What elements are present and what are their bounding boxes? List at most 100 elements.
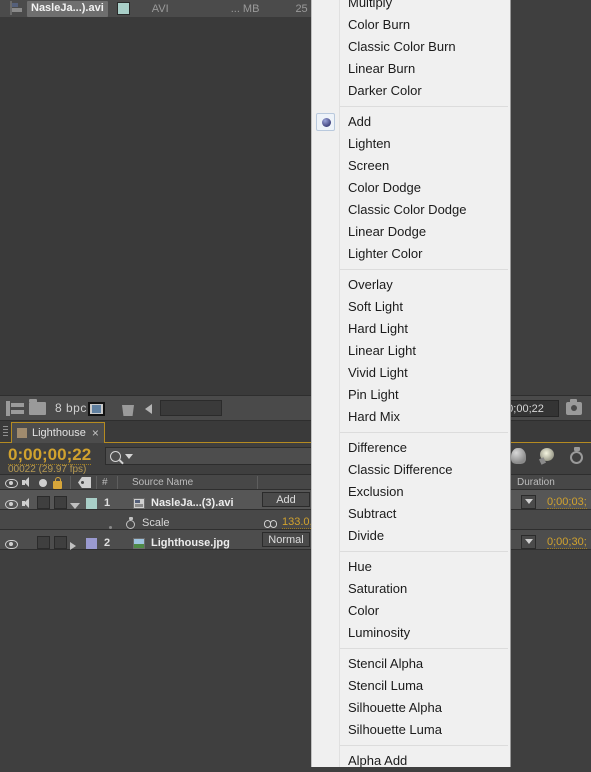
chevron-down-icon[interactable] bbox=[125, 453, 133, 459]
menu-item-vivid-light[interactable]: Vivid Light bbox=[312, 362, 510, 384]
solo-toggle[interactable] bbox=[37, 496, 50, 509]
menu-item-screen[interactable]: Screen bbox=[312, 155, 510, 177]
menu-item-label: Color bbox=[348, 603, 380, 618]
layer-label-swatch[interactable] bbox=[86, 498, 97, 509]
menu-item-hue[interactable]: Hue bbox=[312, 556, 510, 578]
column-header-number[interactable]: # bbox=[102, 477, 108, 488]
expand-triangle[interactable] bbox=[70, 502, 80, 509]
menu-item-color-dodge[interactable]: Color Dodge bbox=[312, 177, 510, 199]
menu-item-linear-dodge[interactable]: Linear Dodge bbox=[312, 221, 510, 243]
constrain-proportions-icon[interactable] bbox=[264, 520, 277, 529]
lock-toggle[interactable] bbox=[54, 496, 67, 509]
menu-separator bbox=[312, 428, 510, 437]
solo-toggle[interactable] bbox=[37, 536, 50, 549]
menu-item-label: Multiply bbox=[348, 0, 393, 10]
menu-item-soft-light[interactable]: Soft Light bbox=[312, 296, 510, 318]
menu-item-label: Lighten bbox=[348, 136, 391, 151]
layer-source-name[interactable]: NasleJa...(3).avi bbox=[151, 497, 234, 509]
timeline-switch-icons bbox=[511, 447, 585, 464]
property-bullet-icon bbox=[109, 526, 112, 529]
current-time-display[interactable]: 0;00;00;22 bbox=[8, 445, 92, 465]
menu-item-label: Soft Light bbox=[348, 299, 403, 314]
bit-depth-label[interactable]: 8 bpc bbox=[55, 401, 87, 415]
layer-duration[interactable]: 0;00;30; bbox=[547, 536, 587, 549]
blend-mode-dropdown[interactable]: Add bbox=[262, 492, 310, 507]
trash-icon[interactable] bbox=[122, 405, 134, 416]
column-header-duration[interactable]: Duration bbox=[517, 477, 555, 488]
menu-item-lighter-color[interactable]: Lighter Color bbox=[312, 243, 510, 265]
layer-label-swatch[interactable] bbox=[86, 538, 97, 549]
menu-item-exclusion[interactable]: Exclusion bbox=[312, 481, 510, 503]
property-value[interactable]: 133.0, bbox=[282, 516, 313, 529]
eye-visibility-icon[interactable] bbox=[5, 500, 18, 509]
back-arrow-icon[interactable] bbox=[145, 404, 152, 414]
menu-item-label: Classic Color Dodge bbox=[348, 202, 467, 217]
menu-item-darker-color[interactable]: Darker Color bbox=[312, 80, 510, 102]
panel-grip-icon[interactable] bbox=[3, 426, 8, 437]
after-effects-window: NasleJa...).avi AVI ... MB 25 8 bpc ;00;… bbox=[0, 0, 591, 768]
menu-item-classic-color-dodge[interactable]: Classic Color Dodge bbox=[312, 199, 510, 221]
menu-item-saturation[interactable]: Saturation bbox=[312, 578, 510, 600]
menu-item-linear-burn[interactable]: Linear Burn bbox=[312, 58, 510, 80]
menu-item-color-burn[interactable]: Color Burn bbox=[312, 14, 510, 36]
menu-item-classic-difference[interactable]: Classic Difference bbox=[312, 459, 510, 481]
menu-item-difference[interactable]: Difference bbox=[312, 437, 510, 459]
menu-item-silhouette-alpha[interactable]: Silhouette Alpha bbox=[312, 697, 510, 719]
project-item-name[interactable]: NasleJa...).avi bbox=[27, 0, 108, 17]
menu-item-subtract[interactable]: Subtract bbox=[312, 503, 510, 525]
toolbar-search-box[interactable] bbox=[160, 400, 222, 416]
menu-item-divide[interactable]: Divide bbox=[312, 525, 510, 547]
draft-3d-icon[interactable] bbox=[539, 448, 556, 464]
menu-item-hard-mix[interactable]: Hard Mix bbox=[312, 406, 510, 428]
new-composition-icon[interactable] bbox=[88, 402, 105, 416]
layer-source-name[interactable]: Lighthouse.jpg bbox=[151, 537, 230, 549]
menu-item-pin-light[interactable]: Pin Light bbox=[312, 384, 510, 406]
menu-item-linear-light[interactable]: Linear Light bbox=[312, 340, 510, 362]
menu-item-overlay[interactable]: Overlay bbox=[312, 274, 510, 296]
menu-item-lighten[interactable]: Lighten bbox=[312, 133, 510, 155]
menu-item-label: Darker Color bbox=[348, 83, 422, 98]
menu-item-luminosity[interactable]: Luminosity bbox=[312, 622, 510, 644]
track-matte-dropdown[interactable] bbox=[521, 534, 536, 549]
menu-item-label: Overlay bbox=[348, 277, 393, 292]
menu-item-color[interactable]: Color bbox=[312, 600, 510, 622]
project-settings-icon[interactable] bbox=[6, 401, 24, 416]
menu-item-hard-light[interactable]: Hard Light bbox=[312, 318, 510, 340]
menu-item-stencil-luma[interactable]: Stencil Luma bbox=[312, 675, 510, 697]
eye-visibility-icon bbox=[5, 479, 18, 488]
expand-triangle[interactable] bbox=[70, 541, 76, 550]
motion-blur-icon[interactable] bbox=[569, 447, 585, 464]
menu-item-silhouette-luma[interactable]: Silhouette Luma bbox=[312, 719, 510, 741]
stopwatch-icon[interactable] bbox=[126, 517, 136, 529]
layer-duration[interactable]: 0;00;03; bbox=[547, 496, 587, 509]
menu-item-add[interactable]: Add bbox=[312, 111, 510, 133]
menu-item-label: Silhouette Luma bbox=[348, 722, 442, 737]
menu-item-multiply[interactable]: Multiply bbox=[312, 0, 510, 14]
close-icon[interactable]: × bbox=[92, 427, 99, 439]
camera-icon[interactable] bbox=[566, 399, 582, 415]
eye-visibility-icon[interactable] bbox=[5, 540, 18, 549]
project-item-label-swatch[interactable] bbox=[116, 2, 130, 15]
track-matte-dropdown[interactable] bbox=[521, 494, 536, 509]
menu-item-label: Stencil Luma bbox=[348, 678, 424, 693]
shy-icon[interactable] bbox=[511, 448, 526, 464]
menu-item-label: Exclusion bbox=[348, 484, 404, 499]
menu-item-label: Linear Dodge bbox=[348, 224, 427, 239]
blend-mode-dropdown[interactable]: Normal bbox=[262, 532, 310, 547]
project-item-row[interactable]: NasleJa...).avi AVI ... MB 25 bbox=[0, 0, 311, 17]
tab-lighthouse[interactable]: Lighthouse × bbox=[11, 422, 105, 443]
menu-item-label: Subtract bbox=[348, 506, 397, 521]
menu-item-classic-color-burn[interactable]: Classic Color Burn bbox=[312, 36, 510, 58]
menu-separator bbox=[312, 102, 510, 111]
menu-item-label: Stencil Alpha bbox=[348, 656, 424, 671]
project-panel-empty-area[interactable] bbox=[0, 17, 311, 395]
column-header-source-name[interactable]: Source Name bbox=[132, 477, 193, 488]
timeline-search-input[interactable] bbox=[105, 447, 315, 465]
menu-item-label: Vivid Light bbox=[348, 365, 408, 380]
menu-item-alpha-add[interactable]: Alpha Add bbox=[312, 750, 510, 772]
audio-speaker-icon[interactable] bbox=[22, 498, 34, 509]
new-folder-icon[interactable] bbox=[29, 399, 46, 415]
menu-item-stencil-alpha[interactable]: Stencil Alpha bbox=[312, 653, 510, 675]
lock-toggle[interactable] bbox=[54, 536, 67, 549]
menu-item-label: Screen bbox=[348, 158, 390, 173]
